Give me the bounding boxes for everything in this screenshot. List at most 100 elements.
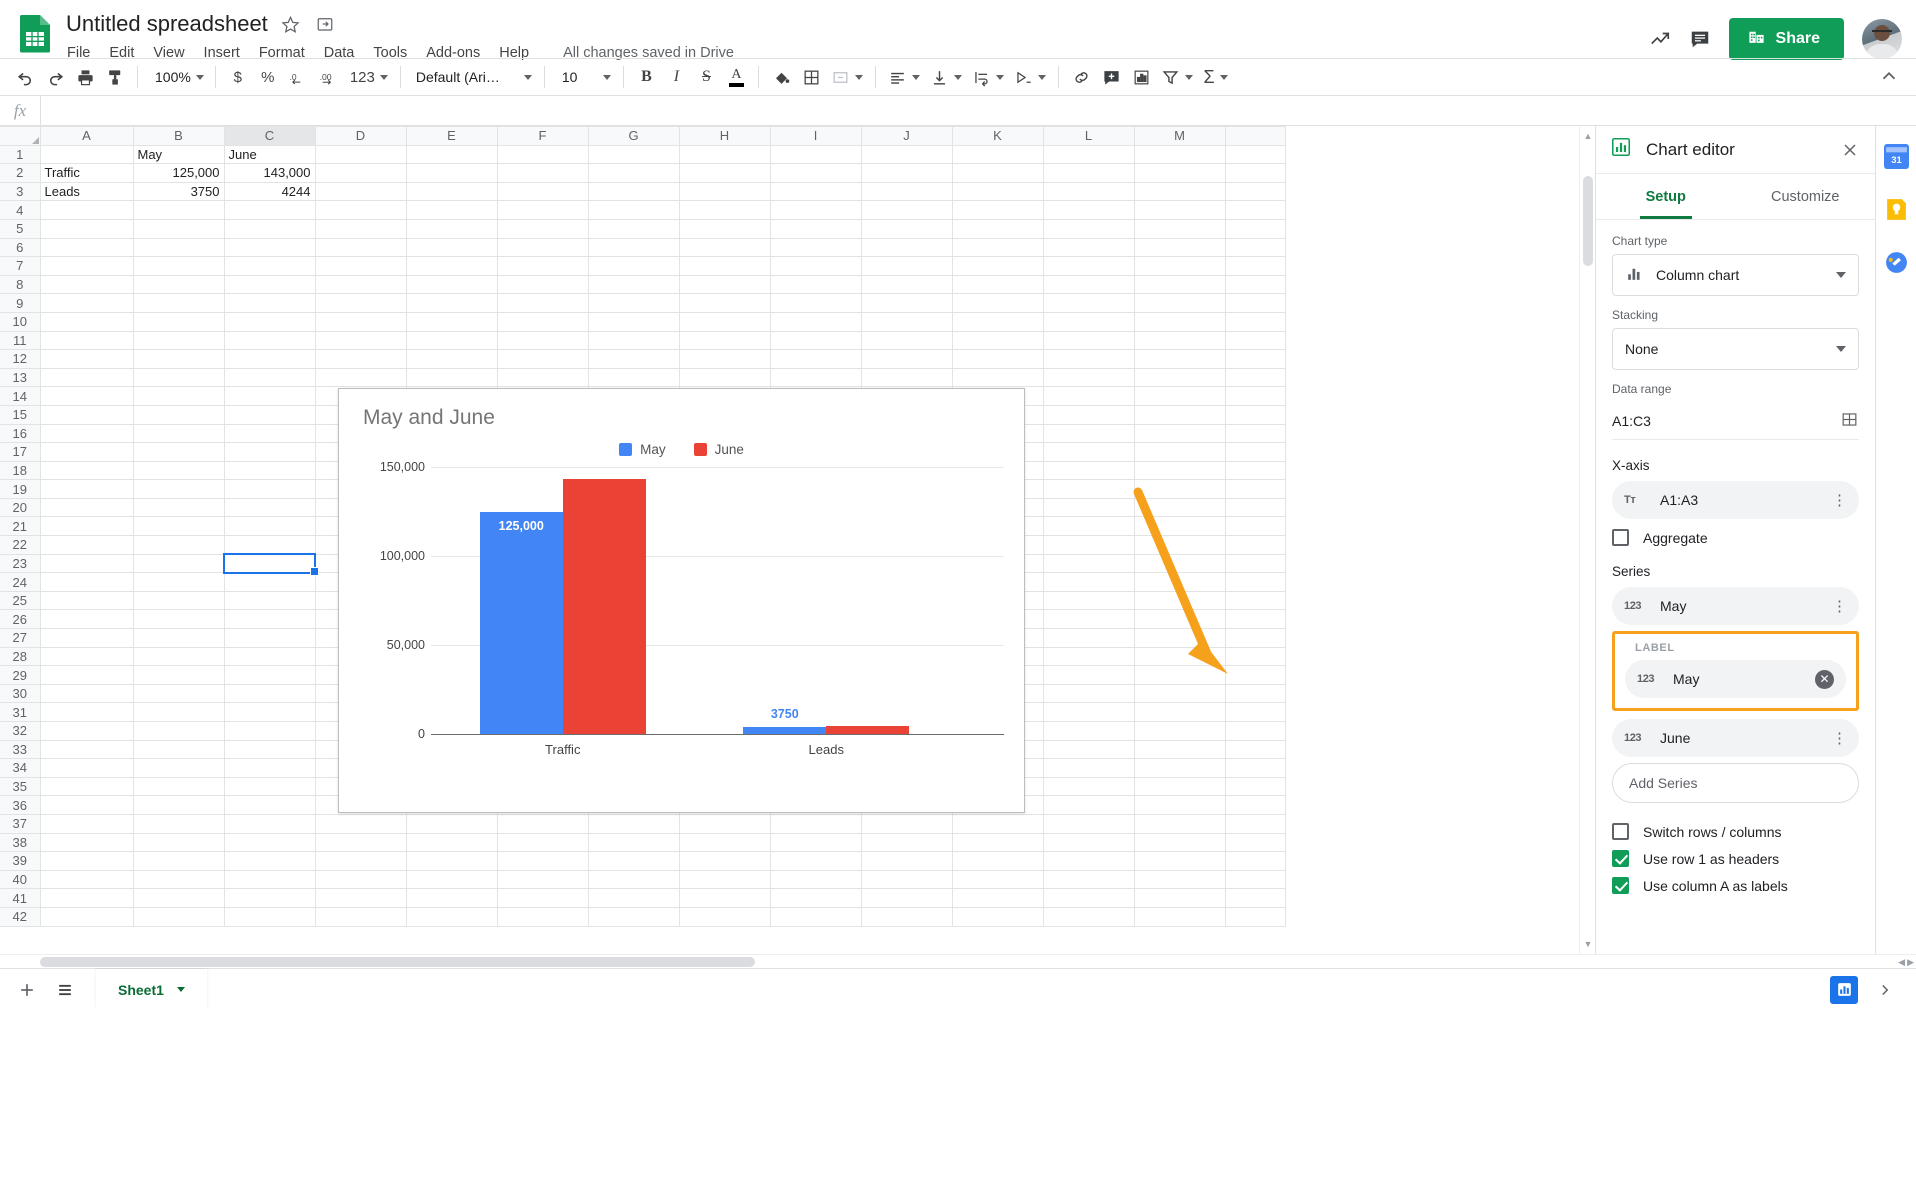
cell-C14[interactable] bbox=[224, 387, 315, 406]
cell-C39[interactable] bbox=[224, 852, 315, 871]
cell-E1[interactable] bbox=[406, 145, 497, 164]
row-header-31[interactable]: 31 bbox=[0, 703, 40, 722]
column-header-G[interactable]: G bbox=[588, 127, 679, 146]
cell-D10[interactable] bbox=[315, 312, 406, 331]
print-icon[interactable] bbox=[70, 62, 100, 92]
cell-pad[interactable] bbox=[1225, 852, 1285, 871]
google-keep-icon[interactable] bbox=[1884, 197, 1909, 222]
cell-pad[interactable] bbox=[1225, 405, 1285, 424]
cell-C17[interactable] bbox=[224, 443, 315, 462]
cell-A40[interactable] bbox=[40, 870, 133, 889]
cell-M27[interactable] bbox=[1134, 629, 1225, 648]
cell-pad[interactable] bbox=[1225, 219, 1285, 238]
cell-L25[interactable] bbox=[1043, 591, 1134, 610]
cell-J11[interactable] bbox=[861, 331, 952, 350]
cell-H42[interactable] bbox=[679, 907, 770, 926]
cell-A24[interactable] bbox=[40, 573, 133, 592]
cell-B5[interactable] bbox=[133, 219, 224, 238]
row-header-32[interactable]: 32 bbox=[0, 722, 40, 741]
cell-C18[interactable] bbox=[224, 461, 315, 480]
legend-item-june[interactable]: June bbox=[694, 442, 744, 457]
cell-E39[interactable] bbox=[406, 852, 497, 871]
row-header-21[interactable]: 21 bbox=[0, 517, 40, 536]
row-header-19[interactable]: 19 bbox=[0, 480, 40, 499]
cell-C6[interactable] bbox=[224, 238, 315, 257]
vertical-scroll-thumb[interactable] bbox=[1583, 176, 1593, 266]
column-header-N[interactable] bbox=[1225, 127, 1285, 146]
cell-B33[interactable] bbox=[133, 740, 224, 759]
x-axis-chip[interactable]: Tт A1:A3 ⋮ bbox=[1612, 481, 1859, 519]
cell-pad[interactable] bbox=[1225, 331, 1285, 350]
cell-A12[interactable] bbox=[40, 350, 133, 369]
insert-link-icon[interactable] bbox=[1066, 62, 1096, 92]
cell-B27[interactable] bbox=[133, 629, 224, 648]
cell-M6[interactable] bbox=[1134, 238, 1225, 257]
aggregate-checkbox[interactable] bbox=[1612, 529, 1629, 546]
cell-I1[interactable] bbox=[770, 145, 861, 164]
cell-M20[interactable] bbox=[1134, 498, 1225, 517]
cell-K3[interactable] bbox=[952, 182, 1043, 201]
scroll-right-icon[interactable]: ▶ bbox=[1907, 957, 1914, 968]
cell-E12[interactable] bbox=[406, 350, 497, 369]
cell-E7[interactable] bbox=[406, 257, 497, 276]
cell-C20[interactable] bbox=[224, 498, 315, 517]
chart-bar-may-traffic[interactable] bbox=[480, 512, 563, 735]
avatar[interactable] bbox=[1862, 19, 1902, 59]
cell-C8[interactable] bbox=[224, 275, 315, 294]
cell-I10[interactable] bbox=[770, 312, 861, 331]
cell-J42[interactable] bbox=[861, 907, 952, 926]
cell-G37[interactable] bbox=[588, 814, 679, 833]
cell-H10[interactable] bbox=[679, 312, 770, 331]
cell-E41[interactable] bbox=[406, 889, 497, 908]
cell-pad[interactable] bbox=[1225, 796, 1285, 815]
cell-A30[interactable] bbox=[40, 684, 133, 703]
cell-E10[interactable] bbox=[406, 312, 497, 331]
cell-M17[interactable] bbox=[1134, 443, 1225, 462]
tab-setup[interactable]: Setup bbox=[1596, 174, 1736, 219]
column-header-D[interactable]: D bbox=[315, 127, 406, 146]
cell-B20[interactable] bbox=[133, 498, 224, 517]
cell-E13[interactable] bbox=[406, 368, 497, 387]
cell-H41[interactable] bbox=[679, 889, 770, 908]
cell-L39[interactable] bbox=[1043, 852, 1134, 871]
column-header-L[interactable]: L bbox=[1043, 127, 1134, 146]
cell-A25[interactable] bbox=[40, 591, 133, 610]
series-menu-icon-june[interactable]: ⋮ bbox=[1832, 736, 1847, 741]
cell-pad[interactable] bbox=[1225, 164, 1285, 183]
cell-A35[interactable] bbox=[40, 777, 133, 796]
cell-G39[interactable] bbox=[588, 852, 679, 871]
cell-L40[interactable] bbox=[1043, 870, 1134, 889]
cell-K1[interactable] bbox=[952, 145, 1043, 164]
cell-H3[interactable] bbox=[679, 182, 770, 201]
cell-I39[interactable] bbox=[770, 852, 861, 871]
cell-E9[interactable] bbox=[406, 294, 497, 313]
legend-item-may[interactable]: May bbox=[619, 442, 666, 457]
cell-B8[interactable] bbox=[133, 275, 224, 294]
cell-F41[interactable] bbox=[497, 889, 588, 908]
cell-K5[interactable] bbox=[952, 219, 1043, 238]
cell-I6[interactable] bbox=[770, 238, 861, 257]
cell-B12[interactable] bbox=[133, 350, 224, 369]
cell-L37[interactable] bbox=[1043, 814, 1134, 833]
row-header-28[interactable]: 28 bbox=[0, 647, 40, 666]
cell-G41[interactable] bbox=[588, 889, 679, 908]
row-header-35[interactable]: 35 bbox=[0, 777, 40, 796]
cell-pad[interactable] bbox=[1225, 703, 1285, 722]
cell-L30[interactable] bbox=[1043, 684, 1134, 703]
cell-D37[interactable] bbox=[315, 814, 406, 833]
cell-C10[interactable] bbox=[224, 312, 315, 331]
cell-C29[interactable] bbox=[224, 666, 315, 685]
row-header-25[interactable]: 25 bbox=[0, 591, 40, 610]
cell-L17[interactable] bbox=[1043, 443, 1134, 462]
cell-M36[interactable] bbox=[1134, 796, 1225, 815]
row-header-9[interactable]: 9 bbox=[0, 294, 40, 313]
row-header-26[interactable]: 26 bbox=[0, 610, 40, 629]
text-color-button[interactable]: A bbox=[721, 62, 751, 92]
cell-B9[interactable] bbox=[133, 294, 224, 313]
sheets-logo-icon[interactable] bbox=[14, 10, 58, 54]
cell-J10[interactable] bbox=[861, 312, 952, 331]
cell-J1[interactable] bbox=[861, 145, 952, 164]
cell-pad[interactable] bbox=[1225, 814, 1285, 833]
cell-C22[interactable] bbox=[224, 536, 315, 555]
increase-decimal-button[interactable]: .00 bbox=[313, 62, 345, 92]
